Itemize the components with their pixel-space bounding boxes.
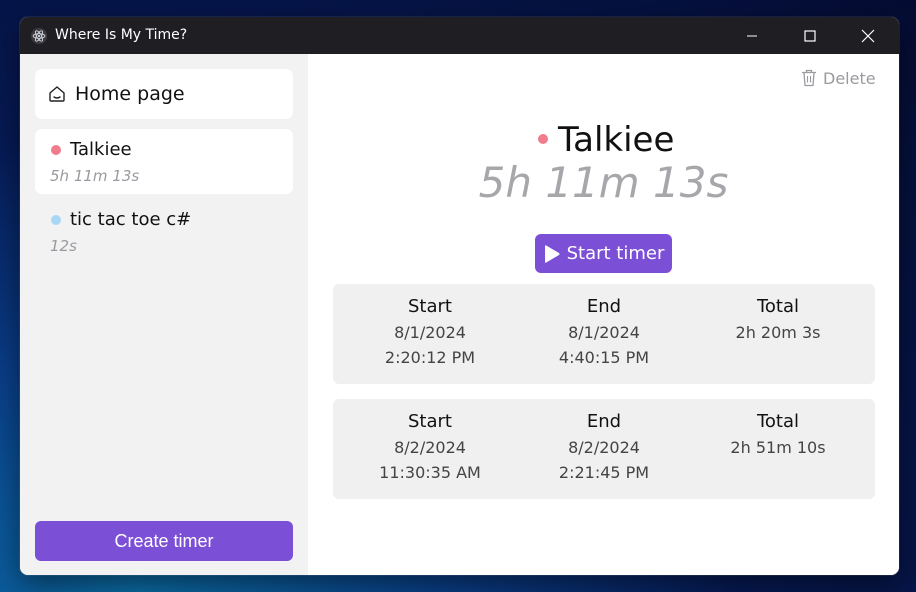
delete-button[interactable]: Delete: [801, 67, 876, 89]
home-icon: [49, 86, 65, 102]
start-date: 8/1/2024: [394, 323, 466, 342]
maximize-icon: [804, 29, 816, 42]
session-total: 2h 20m 3s: [735, 323, 821, 342]
maximize-button[interactable]: [787, 17, 833, 54]
end-time: 4:40:15 PM: [558, 348, 650, 367]
create-timer-button[interactable]: Create timer: [35, 521, 293, 561]
total-header: Total: [756, 296, 800, 317]
start-date: 8/2/2024: [394, 438, 466, 457]
close-button[interactable]: [845, 17, 891, 54]
play-icon: [544, 244, 560, 263]
sidebar: Home page Talkiee 5h 11m 13s tic tac toe…: [20, 54, 308, 575]
timer-title: Talkiee: [558, 120, 675, 160]
end-time: 2:21:45 PM: [558, 463, 650, 482]
sidebar-timer-talkiee[interactable]: Talkiee 5h 11m 13s: [35, 129, 293, 194]
app-window: Where Is My Time? Home page Talkiee 5h 1…: [20, 17, 899, 575]
session-start-column: Start 8/2/2024 11:30:35 AM: [345, 411, 515, 485]
end-date: 8/2/2024: [568, 438, 640, 457]
start-time: 2:20:12 PM: [384, 348, 476, 367]
timer-color-dot: [51, 215, 61, 225]
start-header: Start: [408, 411, 452, 432]
session-end-column: End 8/1/2024 4:40:15 PM: [519, 296, 689, 370]
timer-duration: 5h 11m 13s: [50, 167, 140, 185]
timer-duration: 12s: [50, 237, 77, 255]
timer-name: Talkiee: [70, 139, 132, 160]
timer-detail-panel: Delete Talkiee 5h 11m 13s Start timer St…: [308, 54, 899, 575]
end-header: End: [586, 296, 622, 317]
delete-label: Delete: [823, 68, 876, 88]
sidebar-timer-tic-tac-toe[interactable]: tic tac toe c# 12s: [35, 199, 293, 264]
session-total-column: Total 2h 20m 3s: [693, 296, 863, 345]
title-bar[interactable]: Where Is My Time?: [20, 17, 899, 54]
timer-color-dot: [51, 145, 61, 155]
start-timer-button[interactable]: Start timer: [535, 234, 672, 273]
session-total: 2h 51m 10s: [730, 438, 826, 457]
end-header: End: [586, 411, 622, 432]
end-date: 8/1/2024: [568, 323, 640, 342]
start-timer-label: Start timer: [566, 243, 665, 264]
session-row: Start 8/2/2024 11:30:35 AM End 8/2/2024 …: [333, 399, 875, 499]
session-start-column: Start 8/1/2024 2:20:12 PM: [345, 296, 515, 370]
close-icon: [861, 29, 875, 42]
start-header: Start: [408, 296, 452, 317]
start-time: 11:30:35 AM: [379, 463, 481, 482]
timer-name: tic tac toe c#: [70, 209, 192, 230]
window-title: Where Is My Time?: [55, 27, 188, 43]
session-total-column: Total 2h 51m 10s: [693, 411, 863, 460]
timer-color-dot: [538, 134, 548, 144]
session-end-column: End 8/2/2024 2:21:45 PM: [519, 411, 689, 485]
session-row: Start 8/1/2024 2:20:12 PM End 8/1/2024 4…: [333, 284, 875, 384]
home-page-link[interactable]: Home page: [35, 69, 293, 119]
home-page-label: Home page: [75, 83, 185, 105]
timer-total-time: 5h 11m 13s: [478, 158, 729, 207]
total-header: Total: [756, 411, 800, 432]
trash-icon: [802, 69, 816, 87]
minimize-button[interactable]: [729, 17, 775, 54]
electron-atom-icon: [30, 27, 48, 45]
minimize-icon: [747, 35, 757, 36]
